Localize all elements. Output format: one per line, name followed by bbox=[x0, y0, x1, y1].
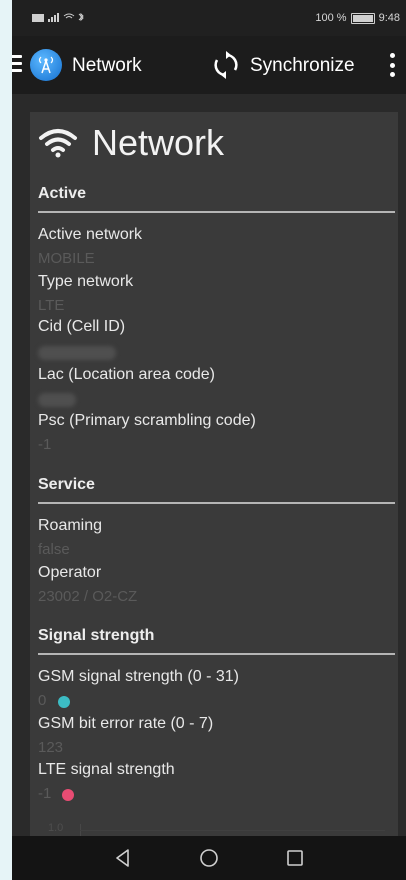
section-title-signal: Signal strength bbox=[38, 627, 155, 644]
chart-tick-label: 1.0 bbox=[48, 822, 64, 834]
roaming-label: Roaming bbox=[38, 517, 103, 534]
home-icon[interactable] bbox=[197, 846, 221, 870]
app-logo-icon[interactable] bbox=[30, 49, 62, 81]
battery-icon bbox=[350, 12, 375, 24]
gsm-signal-indicator-dot bbox=[58, 696, 70, 708]
active-network-label: Active network bbox=[38, 226, 143, 243]
battery-percent: 100 % bbox=[315, 12, 347, 24]
type-network-value: LTE bbox=[38, 297, 65, 314]
chart-gridline bbox=[80, 830, 385, 831]
psc-label: Psc (Primary scrambling code) bbox=[38, 412, 256, 429]
lte-signal-label: LTE signal strength bbox=[38, 761, 175, 778]
section-title-service: Service bbox=[38, 476, 95, 493]
gsm-signal-value: 0 bbox=[38, 692, 47, 709]
operator-label: Operator bbox=[38, 564, 102, 581]
gsm-signal-label: GSM signal strength (0 - 31) bbox=[38, 668, 239, 685]
clock: 9:48 bbox=[378, 12, 400, 24]
section-title-active: Active bbox=[38, 185, 87, 202]
back-icon[interactable] bbox=[111, 846, 135, 870]
synchronize-button[interactable]: Synchronize bbox=[250, 55, 355, 77]
appbar-title: Network bbox=[72, 55, 142, 76]
app-bar: Network Synchronize bbox=[12, 36, 406, 94]
status-icons-left bbox=[32, 13, 86, 23]
card-header: Network bbox=[38, 122, 224, 164]
section-divider bbox=[38, 502, 395, 504]
section-divider bbox=[38, 653, 395, 655]
lte-signal-indicator-dot bbox=[62, 789, 74, 801]
roaming-value: false bbox=[38, 541, 70, 558]
active-network-value: MOBILE bbox=[38, 250, 95, 267]
gsm-ber-value: 123 bbox=[38, 739, 64, 756]
operator-value: 23002 / O2-CZ bbox=[38, 588, 138, 605]
type-network-label: Type network bbox=[38, 273, 134, 290]
lac-label: Lac (Location area code) bbox=[38, 366, 215, 383]
signal-status-icons bbox=[32, 13, 84, 22]
page-title: Network bbox=[92, 122, 225, 163]
lte-signal-value: -1 bbox=[38, 785, 52, 802]
cell-id-value-redacted bbox=[38, 346, 116, 360]
status-bar: 100 % 9:48 bbox=[12, 0, 406, 36]
section-divider bbox=[38, 211, 395, 213]
sync-icon[interactable] bbox=[211, 50, 241, 80]
status-icons-right: 100 % 9:48 bbox=[315, 12, 400, 24]
more-vert-icon[interactable] bbox=[390, 53, 396, 77]
system-nav-bar bbox=[12, 836, 406, 880]
wifi-icon bbox=[39, 129, 77, 158]
network-card: Network Active Active network MOBILE Typ… bbox=[30, 112, 398, 852]
recents-icon[interactable] bbox=[283, 846, 307, 870]
gsm-ber-label: GSM bit error rate (0 - 7) bbox=[38, 715, 214, 732]
phone-screen: 100 % 9:48 Network Synchronize Network A… bbox=[12, 0, 406, 880]
lac-value-redacted bbox=[38, 393, 76, 407]
psc-value: -1 bbox=[38, 436, 52, 453]
menu-icon[interactable] bbox=[12, 55, 22, 73]
cell-id-label: Cid (Cell ID) bbox=[38, 318, 126, 335]
